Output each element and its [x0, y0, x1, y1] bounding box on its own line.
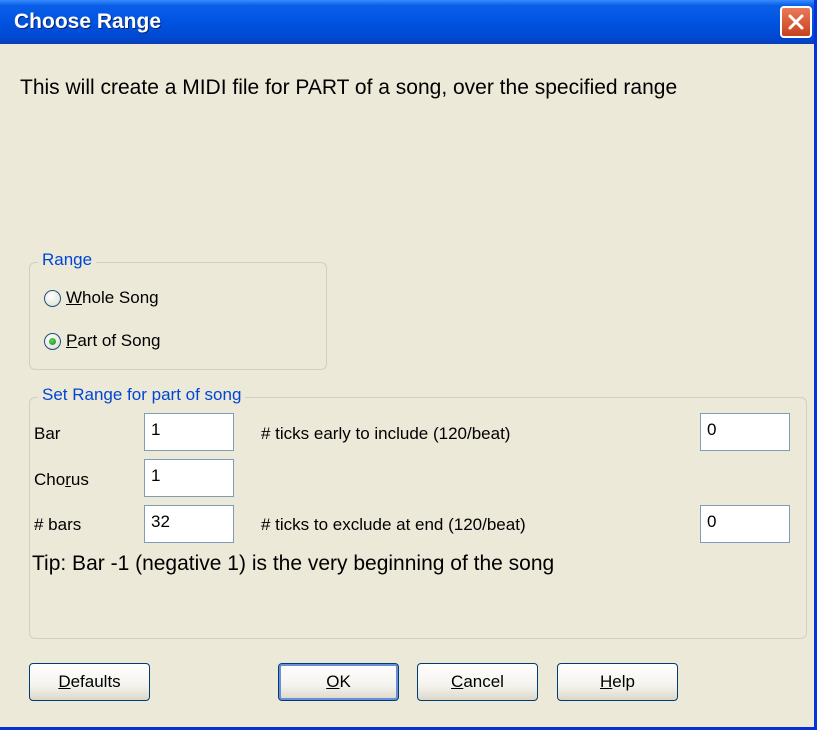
whole-song-radio[interactable] [44, 289, 61, 307]
defaults-button[interactable]: Defaults [29, 663, 150, 701]
chorus-label: Chorus [34, 470, 89, 489]
range-group-legend: Range [38, 250, 97, 270]
part-of-song-label: Part of Song [66, 331, 161, 350]
part-of-song-option[interactable]: Part of Song [44, 331, 161, 351]
defaults-button-label: Defaults [58, 672, 121, 691]
part-of-song-radio[interactable] [44, 332, 61, 350]
help-button[interactable]: Help [557, 663, 678, 701]
dialog-title: Choose Range [14, 10, 162, 33]
choose-range-dialog: Choose Range This will create a MIDI fil… [0, 0, 817, 730]
num-bars-label: # bars [34, 515, 82, 534]
dialog-description: This will create a MIDI file for PART of… [20, 76, 678, 99]
ticks-exclude-label: # ticks to exclude at end (120/beat) [261, 515, 526, 534]
chorus-input[interactable]: 1 [144, 459, 234, 497]
close-button[interactable] [780, 6, 812, 38]
title-bar[interactable]: Choose Range [0, 0, 814, 44]
ok-button[interactable]: OK [278, 663, 399, 701]
ticks-early-input[interactable]: 0 [700, 413, 790, 451]
ok-button-label: OK [326, 672, 351, 691]
help-button-label: Help [600, 672, 635, 691]
cancel-button[interactable]: Cancel [417, 663, 538, 701]
range-group [29, 262, 327, 370]
whole-song-option[interactable]: Whole Song [44, 288, 159, 308]
bar-label: Bar [34, 424, 61, 443]
ticks-exclude-input[interactable]: 0 [700, 505, 790, 543]
ticks-early-label: # ticks early to include (120/beat) [261, 424, 511, 443]
close-icon [788, 14, 804, 30]
num-bars-input[interactable]: 32 [144, 505, 234, 543]
set-range-group-legend: Set Range for part of song [38, 385, 246, 405]
tip-text: Tip: Bar -1 (negative 1) is the very beg… [32, 552, 555, 575]
cancel-button-label: Cancel [451, 672, 504, 691]
bar-input[interactable]: 1 [144, 413, 234, 451]
whole-song-label: Whole Song [66, 288, 159, 307]
